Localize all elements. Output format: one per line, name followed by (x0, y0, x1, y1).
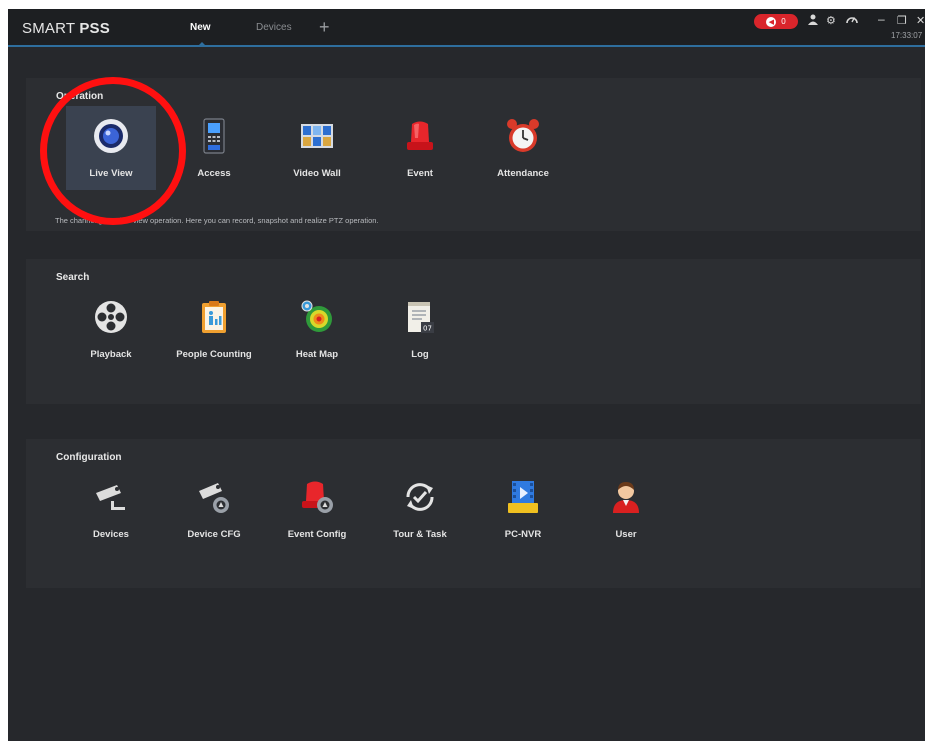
video-wall-label: Video Wall (293, 168, 341, 179)
access-icon (203, 118, 225, 154)
live-view-tile[interactable]: Live View (66, 106, 156, 190)
device-cfg-tile[interactable]: Device CFG (169, 467, 259, 551)
playback-icon (95, 301, 127, 333)
devices-label: Devices (93, 529, 129, 540)
svg-text:07: 07 (423, 325, 432, 333)
configuration-section: Configuration Devices Device CFG Event C… (26, 439, 921, 588)
log-label: Log (411, 349, 429, 360)
tour-task-tile[interactable]: Tour & Task (375, 467, 465, 551)
pc-nvr-label: PC-NVR (504, 529, 542, 540)
attendance-label: Attendance (497, 168, 549, 179)
brand-bold: PSS (79, 20, 110, 37)
restore-icon[interactable]: ❐ (897, 14, 907, 27)
search-section: Search Playback People Counting Heat Map… (26, 259, 921, 404)
access-tile[interactable]: Access (169, 106, 259, 190)
log-icon: 07 (408, 302, 434, 333)
video-wall-icon (301, 124, 333, 148)
people-counting-tile[interactable]: People Counting (169, 287, 259, 371)
event-config-label: Event Config (287, 529, 347, 540)
app-window: SMART PSS New Devices + ◀ 0 ⚙ – ❐ ✕ 17:3… (8, 9, 925, 741)
access-label: Access (197, 168, 231, 179)
live-view-icon (94, 119, 128, 153)
clock: 17:33:07 (891, 31, 923, 40)
heat-map-label: Heat Map (295, 349, 339, 360)
section-title-operation: Operation (56, 91, 104, 102)
event-config-icon (302, 481, 333, 513)
tab-new[interactable]: New (190, 22, 211, 46)
user-tile[interactable]: User (581, 467, 671, 551)
section-title-search: Search (56, 272, 90, 283)
app-logo: SMART PSS (22, 20, 110, 37)
pc-nvr-icon (508, 481, 538, 513)
operation-description: The channel group live view operation. H… (55, 216, 379, 225)
event-icon (407, 121, 433, 150)
alarm-count: 0 (781, 17, 786, 26)
people-counting-label: People Counting (176, 349, 252, 360)
speed-icon[interactable] (846, 14, 858, 27)
alarm-icon: ◀ (766, 16, 777, 27)
user-icon[interactable] (808, 14, 818, 28)
tour-task-label: Tour & Task (393, 529, 447, 540)
brand-light: SMART (22, 20, 75, 37)
devices-tile[interactable]: Devices (66, 467, 156, 551)
operation-section: Operation Live View Access Video Wall Ev… (26, 78, 921, 231)
tab-devices[interactable]: Devices (256, 22, 292, 33)
title-bar: SMART PSS New Devices + ◀ 0 ⚙ – ❐ ✕ 17:3… (8, 9, 925, 47)
log-tile[interactable]: 07 Log (375, 287, 465, 371)
people-counting-icon (202, 301, 226, 333)
heat-map-tile[interactable]: Heat Map (272, 287, 362, 371)
event-tile[interactable]: Event (375, 106, 465, 190)
event-label: Event (407, 168, 433, 179)
pc-nvr-tile[interactable]: PC-NVR (478, 467, 568, 551)
video-wall-tile[interactable]: Video Wall (272, 106, 362, 190)
live-view-label: Live View (89, 168, 133, 179)
tour-task-icon (406, 483, 434, 511)
attendance-icon (507, 119, 539, 152)
close-icon[interactable]: ✕ (916, 14, 925, 27)
device-cfg-label: Device CFG (187, 529, 241, 540)
user-icon (613, 482, 639, 513)
playback-label: Playback (90, 349, 132, 360)
section-title-configuration: Configuration (56, 452, 122, 463)
minimize-icon[interactable]: – (878, 12, 885, 26)
devices-icon (96, 485, 125, 510)
alarm-badge[interactable]: ◀ 0 (754, 14, 798, 29)
event-config-tile[interactable]: Event Config (272, 467, 362, 551)
playback-tile[interactable]: Playback (66, 287, 156, 371)
gear-icon[interactable]: ⚙ (826, 14, 836, 27)
user-label: User (615, 529, 637, 540)
attendance-tile[interactable]: Attendance (478, 106, 568, 190)
heat-map-icon (301, 300, 332, 332)
device-cfg-icon (199, 483, 229, 513)
add-tab-button[interactable]: + (319, 17, 330, 38)
